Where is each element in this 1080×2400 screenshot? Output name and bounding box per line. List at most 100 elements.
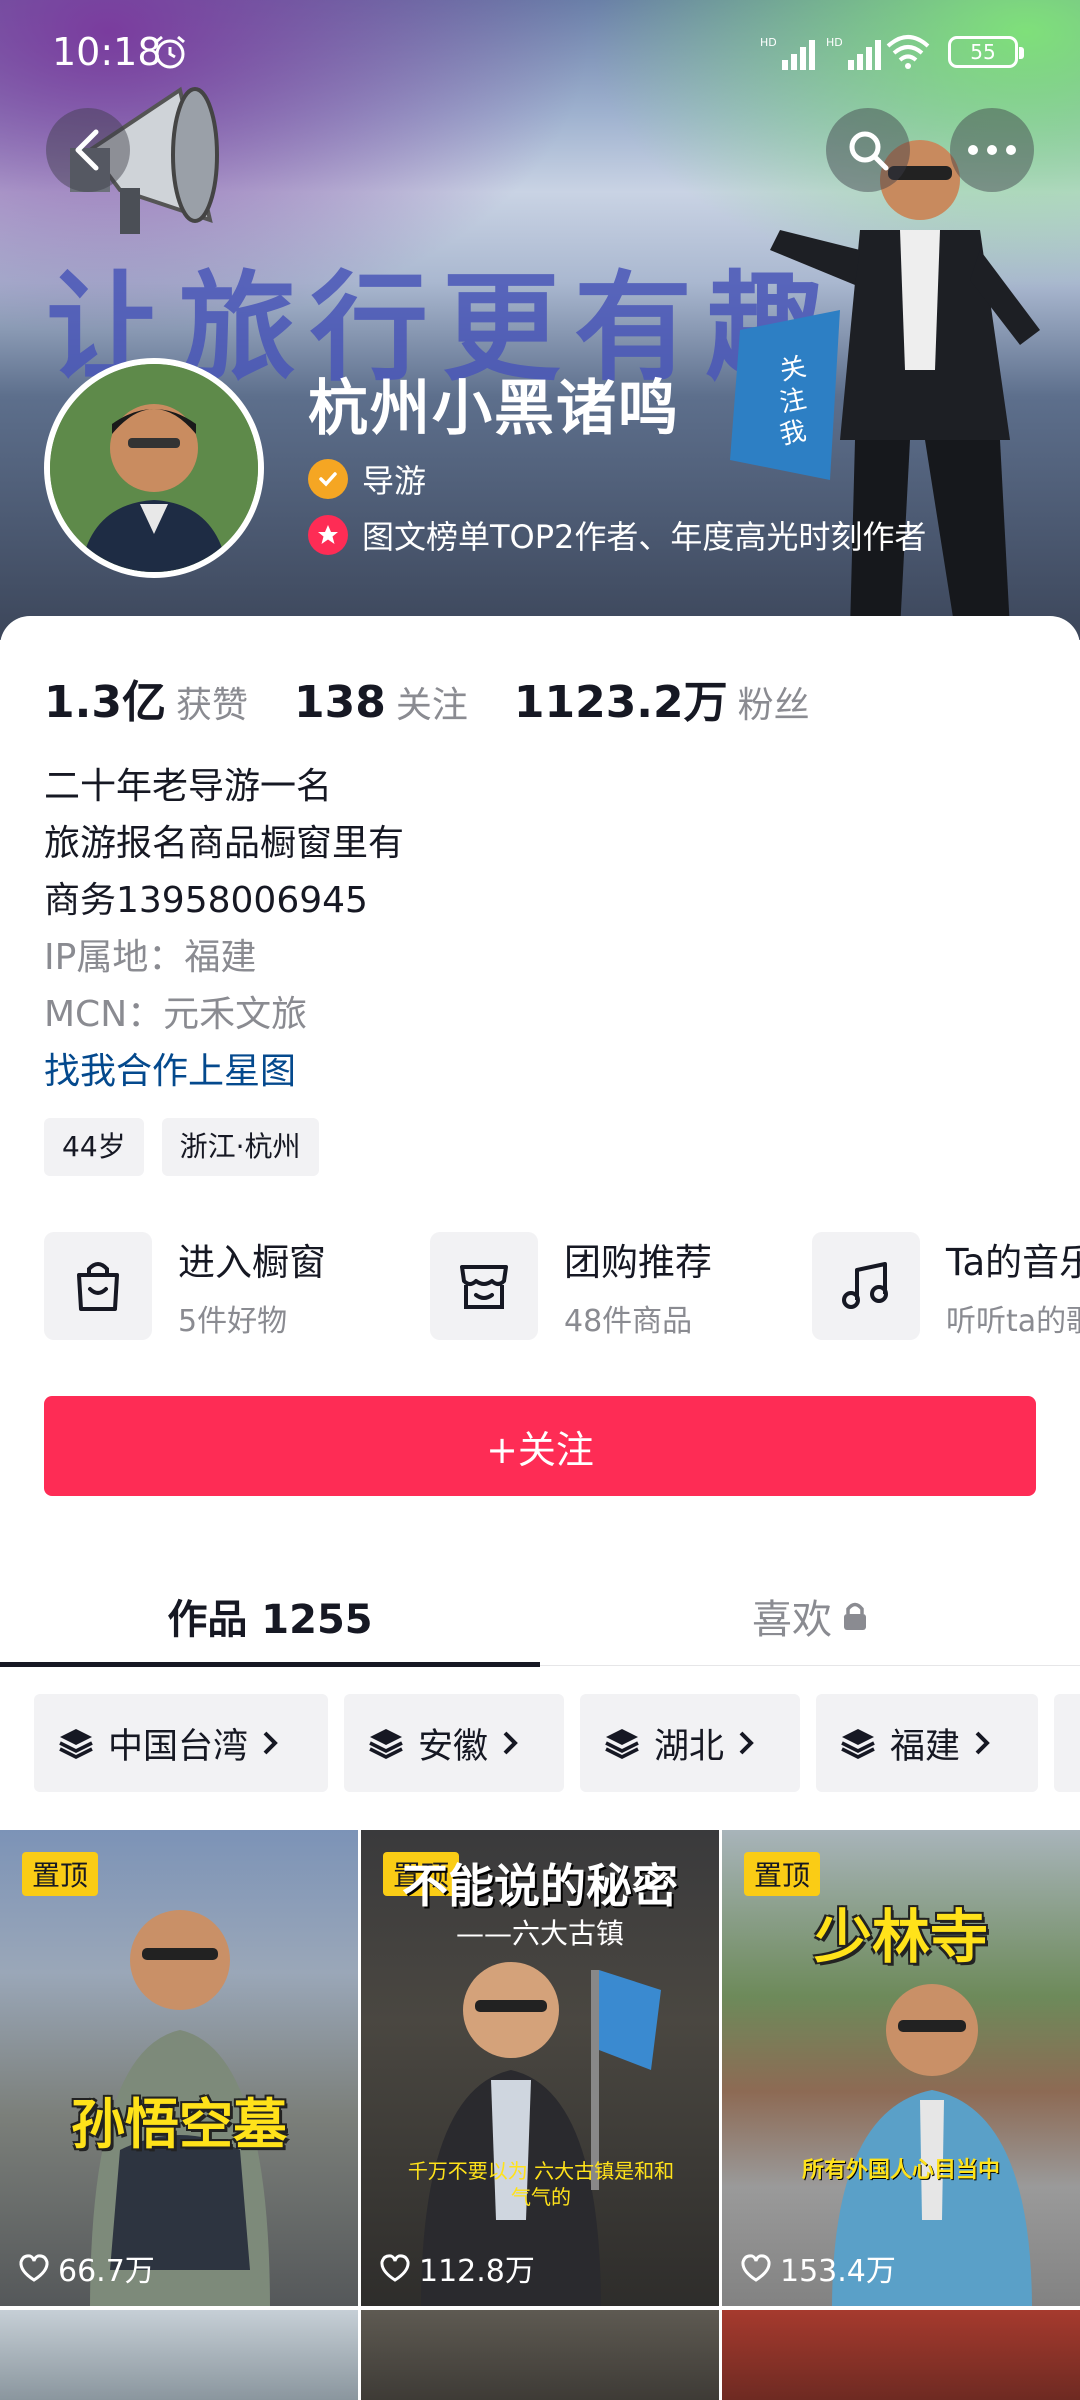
- chevron-right-icon: [739, 1731, 754, 1755]
- video-title: 孙悟空墓: [71, 2093, 287, 2156]
- following-count[interactable]: 138: [294, 677, 386, 728]
- shop-window-title: 进入橱窗: [178, 1241, 326, 1284]
- content-tabs: 作品 1255 喜欢: [0, 1566, 1080, 1667]
- video-thumbnail[interactable]: 置顶 少林寺 所有外国人心目当中 153.4万: [722, 1830, 1080, 2306]
- layers-icon: [841, 1729, 875, 1759]
- video-thumbnail[interactable]: [361, 2310, 719, 2400]
- video-likes: 112.8万: [379, 2246, 535, 2290]
- tab-likes-label: 喜欢: [752, 1597, 832, 1643]
- battery-indicator: 55: [948, 36, 1024, 68]
- more-dots-icon: [968, 145, 1016, 155]
- cellular-signal-icon-2: HD: [826, 36, 881, 70]
- video-thumbnail[interactable]: 置顶 不能说的秘密 ——六大古镇 千万不要以为 六大古镇是和和气气的 112.8…: [361, 1830, 719, 2306]
- stats-row: 1.3亿 获赞 138 关注 1123.2万 粉丝: [44, 666, 856, 730]
- group-buy-sub: 48件商品: [564, 1304, 693, 1339]
- followers-count[interactable]: 1123.2万: [514, 666, 728, 730]
- age-tag: 44岁: [44, 1118, 144, 1176]
- pinned-badge: 置顶: [22, 1852, 99, 1896]
- collection-chip-label: 安徽: [418, 1726, 489, 1767]
- video-thumbnail[interactable]: 置顶 孙悟空墓 66.7万: [0, 1830, 358, 2306]
- tab-likes[interactable]: 喜欢: [540, 1566, 1080, 1666]
- collection-chip[interactable]: 湖北: [580, 1694, 800, 1792]
- likes-count: 1.3亿: [44, 677, 166, 728]
- video-subtitle: ——六大古镇: [455, 1917, 624, 1950]
- shopping-bag-icon: [44, 1232, 152, 1340]
- honor-badge-label: 图文榜单TOP2作者、年度高光时刻作者: [362, 518, 927, 556]
- collection-chip-label: 中国台湾: [108, 1726, 249, 1767]
- video-title: 少林寺: [813, 1903, 988, 1971]
- collection-chip-overflow[interactable]: [1054, 1694, 1080, 1792]
- video-caption: 所有外国人心目当中: [801, 2158, 1000, 2183]
- star-icon: [308, 515, 348, 555]
- chevron-left-icon: [75, 129, 99, 171]
- group-buy-entry[interactable]: 团购推荐 48件商品: [430, 1228, 712, 1344]
- bio-section: 二十年老导游一名 旅游报名商品橱窗里有 商务13958006945 IP属地：福…: [44, 758, 404, 1100]
- ip-location: IP属地：福建: [44, 937, 257, 978]
- search-button[interactable]: [826, 108, 910, 192]
- profile-banner: 让旅行更有趣 关 注 我 10:18 HD HD 55 杭州小黑诸鸣 导游 图文…: [0, 0, 1080, 640]
- collection-chips: 中国台湾 安徽 湖北 福建: [34, 1694, 1080, 1792]
- group-buy-title: 团购推荐: [564, 1241, 712, 1284]
- music-note-icon: [812, 1232, 920, 1340]
- status-time: 10:18: [52, 30, 162, 74]
- chevron-right-icon: [503, 1731, 518, 1755]
- svg-text:HD: HD: [826, 36, 843, 49]
- role-badge-label: 导游: [362, 462, 427, 500]
- profile-name: 杭州小黑诸鸣: [308, 374, 680, 444]
- verified-check-icon: [308, 459, 348, 499]
- heart-icon: [19, 2254, 49, 2282]
- layers-icon: [605, 1729, 639, 1759]
- layers-icon: [369, 1729, 403, 1759]
- following-label[interactable]: 关注: [396, 676, 468, 728]
- video-likes-count: 66.7万: [58, 2254, 155, 2289]
- music-sub: 听听ta的歌: [946, 1304, 1080, 1339]
- followers-label[interactable]: 粉丝: [738, 676, 810, 728]
- cooperation-link[interactable]: 找我合作上星图: [44, 1043, 404, 1100]
- heart-icon: [741, 2254, 771, 2282]
- follow-button[interactable]: +关注: [44, 1396, 1036, 1496]
- collection-chip[interactable]: 中国台湾: [34, 1694, 328, 1792]
- chevron-right-icon: [975, 1731, 990, 1755]
- video-likes-count: 153.4万: [780, 2254, 896, 2289]
- role-badge: 导游: [308, 456, 426, 502]
- status-bar: 10:18 HD HD 55: [0, 0, 1080, 100]
- heart-icon: [380, 2254, 410, 2282]
- shortcut-row: 进入橱窗 5件好物 团购推荐 48件商品 Ta的音乐 听听ta的: [44, 1228, 1080, 1344]
- lock-icon: [844, 1602, 866, 1630]
- shop-window-entry[interactable]: 进入橱窗 5件好物: [44, 1228, 326, 1344]
- bio-line-2: 旅游报名商品橱窗里有: [44, 823, 405, 864]
- wifi-icon: [886, 35, 930, 69]
- avatar[interactable]: [44, 358, 264, 578]
- active-tab-indicator: [0, 1662, 540, 1667]
- back-button[interactable]: [46, 108, 130, 192]
- video-likes: 66.7万: [18, 2246, 155, 2290]
- alarm-icon: [155, 35, 185, 69]
- more-options-button[interactable]: [950, 108, 1034, 192]
- bio-line-1: 二十年老导游一名: [44, 766, 333, 807]
- bio-line-3: 商务13958006945: [44, 880, 368, 921]
- video-likes-count: 112.8万: [419, 2254, 535, 2289]
- mcn-info: MCN：元禾文旅: [44, 994, 308, 1035]
- avatar-image: [50, 364, 258, 572]
- honor-badge[interactable]: 图文榜单TOP2作者、年度高光时刻作者: [308, 512, 926, 558]
- tab-works[interactable]: 作品 1255: [0, 1566, 540, 1666]
- music-title: Ta的音乐: [946, 1241, 1080, 1284]
- location-tag: 浙江·杭州: [161, 1118, 319, 1176]
- tab-works-label: 作品 1255: [167, 1597, 373, 1643]
- video-caption: 千万不要以为 六大古镇是和和气气的: [407, 2159, 675, 2209]
- profile-sheet: 1.3亿 获赞 138 关注 1123.2万 粉丝 二十年老导游一名 旅游报名商…: [0, 616, 1080, 2400]
- likes-label: 获赞: [175, 685, 248, 726]
- video-thumbnail[interactable]: [0, 2310, 358, 2400]
- search-icon: [849, 131, 889, 171]
- shop-window-sub: 5件好物: [178, 1304, 288, 1339]
- layers-icon: [59, 1729, 93, 1759]
- collection-chip[interactable]: 福建: [816, 1694, 1038, 1792]
- video-thumbnail[interactable]: [722, 2310, 1080, 2400]
- collection-chip-label: 福建: [890, 1726, 961, 1767]
- cellular-signal-icon: HD: [760, 36, 815, 70]
- svg-text:HD: HD: [760, 36, 777, 49]
- banner-person-image: [770, 140, 1040, 630]
- video-title: 不能说的秘密: [402, 1859, 678, 1913]
- music-entry[interactable]: Ta的音乐 听听ta的歌: [812, 1228, 1080, 1344]
- collection-chip[interactable]: 安徽: [344, 1694, 564, 1792]
